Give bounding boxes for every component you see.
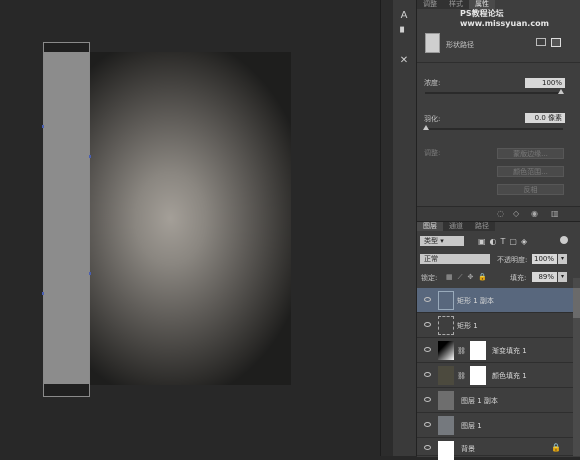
fill-label: 填充:	[510, 274, 527, 282]
feather-slider-track[interactable]	[425, 128, 563, 130]
mask-thumbnail[interactable]	[470, 341, 486, 360]
collapsed-tool-strip: A ▘ ✕	[393, 0, 417, 456]
layer-thumbnail	[438, 441, 454, 460]
layer-row[interactable]: 矩形 1 副本	[417, 288, 573, 313]
tab-channels[interactable]: 通道	[443, 222, 469, 231]
path-thumbnail	[438, 316, 454, 335]
visibility-eye-icon[interactable]	[424, 372, 431, 377]
color-fill-thumbnail	[438, 366, 454, 385]
feather-slider-thumb[interactable]	[423, 125, 429, 130]
pixel-mask-icon[interactable]	[536, 38, 546, 46]
layer-row[interactable]: 矩形 1	[417, 313, 573, 338]
lock-icon: 🔒	[551, 443, 561, 452]
blend-mode-select[interactable]: 正常	[420, 254, 490, 264]
feather-field[interactable]: 0.0 像素	[525, 113, 565, 123]
filter-icons[interactable]: ▣◐T▢◈	[478, 237, 531, 246]
path-anchor-handle[interactable]	[42, 292, 44, 295]
layer-name: 图层 1 副本	[461, 397, 498, 405]
delete-icon[interactable]: ▥	[551, 209, 559, 218]
visibility-eye-icon[interactable]	[424, 297, 431, 302]
visibility-eye-icon[interactable]	[424, 322, 431, 327]
tab-adjustments[interactable]: 调整	[417, 0, 443, 9]
apply-mask-icon[interactable]: ◇	[513, 209, 519, 218]
link-icon[interactable]: ⛓	[457, 372, 466, 380]
density-slider-track[interactable]	[425, 92, 563, 94]
visibility-eye-icon[interactable]	[424, 347, 431, 352]
properties-footer: ◌ ◇ ◉ ▥	[417, 206, 580, 221]
layer-row[interactable]: 图层 1 副本	[417, 388, 573, 413]
path-anchor-handle[interactable]	[42, 125, 44, 128]
vector-mask-thumbnail	[425, 33, 440, 53]
blend-mode-label: 正常	[424, 255, 438, 263]
fill-dropdown-button[interactable]: ▾	[558, 272, 567, 282]
layer-row[interactable]: 图层 1	[417, 413, 573, 438]
density-slider-thumb[interactable]	[558, 89, 564, 94]
layer-row[interactable]: 背景 🔒	[417, 438, 573, 460]
visibility-eye-icon[interactable]	[424, 445, 431, 450]
link-icon[interactable]: ⛓	[457, 347, 466, 355]
panel-divider[interactable]	[380, 0, 394, 456]
tab-layers[interactable]: 图层	[417, 222, 443, 231]
strip-top-band	[44, 43, 89, 52]
layer-name: 矩形 1 副本	[457, 297, 494, 305]
strip-bottom-band	[44, 384, 89, 396]
opacity-dropdown-button[interactable]: ▾	[558, 254, 567, 264]
refine-label: 调整:	[424, 149, 441, 157]
layer-thumbnail	[438, 391, 454, 410]
gradient-thumbnail	[438, 341, 454, 360]
mask-thumbnail[interactable]	[470, 366, 486, 385]
tab-paths[interactable]: 路径	[469, 222, 495, 231]
text-tool-icon[interactable]: A	[398, 10, 410, 22]
layer-filter-select[interactable]: 类型 ▾	[420, 236, 464, 246]
visibility-icon[interactable]: ◉	[531, 209, 538, 218]
vector-mask-icon[interactable]	[551, 38, 561, 47]
path-anchor-handle[interactable]	[89, 272, 91, 275]
layer-row[interactable]: ⛓ 颜色填充 1	[417, 363, 573, 388]
filter-toggle[interactable]	[560, 236, 568, 244]
feather-label: 羽化:	[424, 115, 441, 123]
layer-name: 图层 1	[461, 422, 482, 430]
layer-name: 渐变填充 1	[492, 347, 527, 355]
color-range-button[interactable]: 颜色范围...	[497, 166, 564, 177]
layers-scroll-thumb[interactable]	[573, 288, 580, 318]
visibility-eye-icon[interactable]	[424, 422, 431, 427]
invert-button[interactable]: 反相	[497, 184, 564, 195]
document-canvas[interactable]	[90, 52, 291, 385]
load-selection-icon[interactable]: ◌	[497, 209, 504, 218]
density-label: 浓度:	[424, 79, 441, 87]
layer-name: 矩形 1	[457, 322, 478, 330]
layer-thumbnail	[438, 416, 454, 435]
crossed-tools-icon[interactable]: ✕	[398, 55, 410, 67]
divider-line	[417, 62, 580, 63]
path-anchor-handle[interactable]	[89, 155, 91, 158]
properties-type-label: 形状路径	[446, 41, 474, 49]
layer-name: 背景	[461, 445, 475, 453]
opacity-label: 不透明度:	[497, 256, 528, 264]
watermark: PS教程论坛 www.missyuan.com	[460, 9, 549, 28]
layers-tab-bar: 图层 通道 路径	[417, 222, 495, 231]
opacity-field[interactable]: 100%	[532, 254, 557, 264]
lock-icons[interactable]: ▦⟋✥🔒	[446, 273, 492, 282]
note-icon[interactable]: ▘	[398, 28, 410, 40]
mask-edge-button[interactable]: 蒙版边缘...	[497, 148, 564, 159]
fill-field[interactable]: 89%	[532, 272, 557, 282]
layer-row[interactable]: ⛓ 渐变填充 1	[417, 338, 573, 363]
path-thumbnail	[438, 291, 454, 310]
filter-kind-label: 类型	[424, 237, 438, 245]
density-field[interactable]: 100%	[525, 78, 565, 88]
layer-name: 颜色填充 1	[492, 372, 527, 380]
rectangle-shape-layer[interactable]	[43, 42, 90, 397]
visibility-eye-icon[interactable]	[424, 397, 431, 402]
lock-label: 锁定:	[421, 274, 438, 282]
